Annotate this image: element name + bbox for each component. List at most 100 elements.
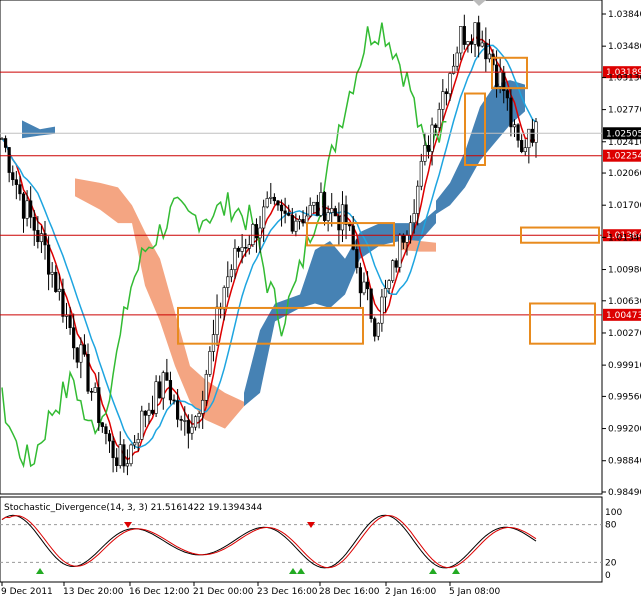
candle-body bbox=[416, 185, 420, 214]
candle-body bbox=[7, 147, 11, 173]
candle-body bbox=[125, 463, 130, 467]
forex-chart-window[interactable]: 1.03189 1.02254 1.01364 1.00473 1.02505 1.03… bbox=[0, 0, 641, 599]
time-tick-label: 2 Jan 16:00 bbox=[385, 587, 437, 597]
candle-body bbox=[477, 22, 481, 47]
candle-body bbox=[487, 53, 492, 60]
candle-body bbox=[36, 230, 40, 243]
candle-body bbox=[362, 281, 366, 294]
time-axis: 9 Dec 2011 13 Dec 20:00 16 Dec 12:00 21 Dec… bbox=[1, 582, 501, 597]
candle-body bbox=[448, 73, 452, 95]
candle-body bbox=[21, 193, 26, 219]
candle-body bbox=[484, 42, 488, 60]
candle-body bbox=[319, 192, 323, 216]
candle-body bbox=[301, 219, 305, 224]
candle-body bbox=[50, 271, 54, 275]
candle-body bbox=[140, 410, 144, 440]
candle-body bbox=[340, 204, 345, 231]
candle-body bbox=[11, 172, 15, 181]
candle-body bbox=[494, 64, 499, 87]
candle-body bbox=[405, 235, 409, 243]
time-tick-label: 5 Jan 08:00 bbox=[449, 587, 501, 597]
candle-body bbox=[247, 244, 251, 249]
candle-body bbox=[527, 128, 531, 148]
candle-body bbox=[287, 213, 291, 216]
candle-body bbox=[229, 269, 233, 278]
stoch-level-label: 80 bbox=[605, 521, 617, 531]
candle-body bbox=[383, 288, 388, 298]
candle-body bbox=[14, 179, 18, 185]
candle-body bbox=[441, 91, 445, 110]
price-tick-label: 0.99910 bbox=[608, 361, 641, 371]
price-tick-label: 1.00980 bbox=[608, 266, 641, 276]
candle-body bbox=[29, 200, 33, 218]
candle-body bbox=[168, 380, 173, 401]
candle-body bbox=[165, 372, 169, 381]
candle-body bbox=[376, 322, 380, 337]
candle-body bbox=[412, 213, 416, 224]
candle-body bbox=[312, 201, 316, 206]
price-tick-label: 0.98490 bbox=[608, 488, 641, 498]
candle-body bbox=[419, 161, 423, 187]
candle-body bbox=[398, 234, 402, 268]
price-tick-label: 1.00630 bbox=[608, 297, 641, 307]
candle-body bbox=[308, 205, 312, 217]
candle-body bbox=[466, 41, 470, 45]
candle-body bbox=[333, 208, 337, 217]
candle-body bbox=[279, 204, 284, 212]
candle-body bbox=[358, 267, 362, 294]
candle-body bbox=[394, 260, 398, 268]
candle-body bbox=[290, 215, 294, 232]
candle-body bbox=[107, 433, 112, 442]
candle-body bbox=[236, 247, 241, 252]
candle-body bbox=[226, 276, 230, 288]
candle-body bbox=[54, 271, 58, 292]
candle-body bbox=[122, 444, 126, 467]
candle-body bbox=[240, 247, 244, 252]
price-tick-label: 1.02410 bbox=[608, 138, 641, 148]
stoch-level-label: 0 bbox=[605, 571, 611, 581]
candle-body bbox=[204, 374, 208, 401]
candle-body bbox=[201, 399, 205, 414]
candle-body bbox=[0, 138, 4, 140]
candle-body bbox=[190, 426, 194, 434]
candle-body bbox=[455, 52, 459, 67]
candle-body bbox=[158, 381, 162, 399]
candle-body bbox=[369, 288, 373, 319]
level-label: 1.02254 bbox=[606, 152, 641, 162]
candle-body bbox=[115, 457, 119, 466]
candle-body bbox=[408, 222, 413, 236]
candle-body bbox=[509, 97, 513, 128]
candle-body bbox=[262, 206, 266, 229]
candle-body bbox=[365, 281, 370, 290]
candle-body bbox=[176, 400, 180, 420]
time-tick-label: 28 Dec 16:00 bbox=[319, 587, 380, 597]
candle-body bbox=[530, 128, 535, 143]
candle-body bbox=[534, 121, 538, 143]
candle-body bbox=[72, 327, 76, 349]
candle-body bbox=[111, 440, 115, 459]
price-tick-label: 1.03130 bbox=[608, 73, 641, 83]
candle-body bbox=[459, 26, 463, 54]
candle-body bbox=[512, 124, 517, 128]
price-tick-label: 1.03840 bbox=[608, 10, 641, 20]
price-tick-label: 1.01700 bbox=[608, 201, 641, 211]
time-tick-label: 16 Dec 12:00 bbox=[129, 587, 190, 597]
candle-body bbox=[244, 247, 248, 249]
time-tick-label: 13 Dec 20:00 bbox=[63, 587, 124, 597]
candle-body bbox=[401, 234, 405, 243]
candle-body bbox=[258, 227, 262, 239]
candle-body bbox=[473, 22, 477, 45]
candle-body bbox=[294, 220, 298, 232]
candle-body bbox=[3, 138, 8, 148]
candle-body bbox=[193, 416, 198, 428]
candle-body bbox=[315, 201, 319, 216]
price-tick-label: 1.02770 bbox=[608, 106, 641, 116]
indicator-title: Stochastic_Divergence(14, 3, 3) 21.51614… bbox=[4, 503, 263, 513]
candle-body bbox=[373, 318, 377, 337]
chart-canvas[interactable]: 1.031891.022541.013641.004731.02505 1.03… bbox=[0, 0, 641, 599]
candle-body bbox=[183, 420, 187, 422]
candle-body bbox=[61, 288, 65, 317]
candle-body bbox=[426, 145, 431, 152]
candle-body bbox=[283, 210, 287, 214]
time-tick-label: 23 Dec 16:00 bbox=[257, 587, 318, 597]
